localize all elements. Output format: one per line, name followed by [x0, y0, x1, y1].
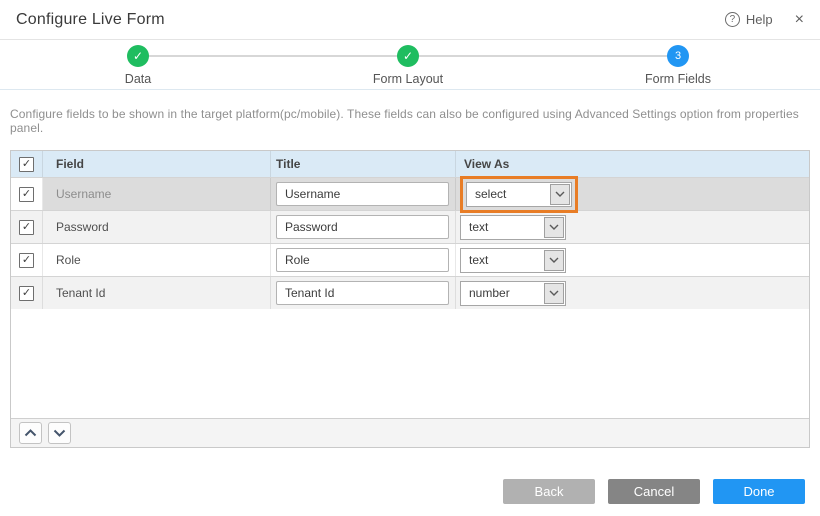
step-label: Form Layout: [338, 72, 478, 86]
step-label: Form Fields: [608, 72, 748, 86]
table-row: ✓ Tenant Id number: [11, 276, 809, 309]
select-all-checkbox[interactable]: ✓: [19, 157, 34, 172]
dialog-title: Configure Live Form: [16, 11, 165, 29]
field-name: Tenant Id: [56, 286, 105, 300]
step-complete-icon: ✓: [397, 45, 419, 67]
title-input[interactable]: [276, 215, 449, 239]
table-header-row: ✓ Field Title View As: [11, 151, 809, 177]
help-icon: ?: [725, 12, 740, 27]
action-bar: Back Cancel Done: [503, 479, 805, 504]
chevron-down-icon: [550, 184, 570, 205]
help-button[interactable]: ? Help: [725, 12, 773, 27]
close-icon[interactable]: ×: [795, 12, 804, 28]
move-up-button[interactable]: [19, 422, 42, 444]
title-input[interactable]: [276, 281, 449, 305]
step-label: Data: [68, 72, 208, 86]
view-as-select[interactable]: select: [466, 182, 572, 207]
view-as-value: text: [461, 220, 543, 234]
chevron-down-icon: [53, 429, 66, 437]
row-checkbox[interactable]: ✓: [19, 220, 34, 235]
view-as-select[interactable]: text: [460, 215, 566, 240]
cancel-button[interactable]: Cancel: [608, 479, 700, 504]
chevron-down-icon: [544, 217, 564, 238]
chevron-down-icon: [544, 250, 564, 271]
view-as-select[interactable]: text: [460, 248, 566, 273]
table-empty-area: [11, 309, 809, 418]
back-button[interactable]: Back: [503, 479, 595, 504]
row-checkbox[interactable]: ✓: [19, 187, 34, 202]
configure-live-form-dialog: Configure Live Form ? Help × ✓ Data ✓ Fo…: [0, 0, 820, 516]
step-form-fields[interactable]: 3 Form Fields: [608, 45, 748, 86]
help-label: Help: [746, 12, 773, 27]
step-form-layout[interactable]: ✓ Form Layout: [338, 45, 478, 86]
row-checkbox[interactable]: ✓: [19, 253, 34, 268]
title-input[interactable]: [276, 248, 449, 272]
column-header-view-as: View As: [456, 151, 809, 177]
chevron-up-icon: [24, 429, 37, 437]
highlight-box: select: [460, 176, 578, 213]
step-number-badge: 3: [667, 45, 689, 67]
title-bar: Configure Live Form ? Help ×: [0, 0, 820, 40]
view-as-select[interactable]: number: [460, 281, 566, 306]
view-as-value: number: [461, 286, 543, 300]
stepper: ✓ Data ✓ Form Layout 3 Form Fields: [0, 40, 820, 90]
field-name: Password: [56, 220, 109, 234]
column-header-field: Field: [43, 151, 271, 177]
field-name: Username: [56, 187, 111, 201]
chevron-down-icon: [544, 283, 564, 304]
column-header-title: Title: [271, 151, 456, 177]
title-input[interactable]: [276, 182, 449, 206]
table-row: ✓ Username select: [11, 177, 809, 210]
table-footer: [11, 418, 809, 447]
row-checkbox[interactable]: ✓: [19, 286, 34, 301]
table-row: ✓ Role text: [11, 243, 809, 276]
table-row: ✓ Password text: [11, 210, 809, 243]
field-name: Role: [56, 253, 81, 267]
description-text: Configure fields to be shown in the targ…: [10, 107, 810, 135]
view-as-value: text: [461, 253, 543, 267]
step-data[interactable]: ✓ Data: [68, 45, 208, 86]
step-complete-icon: ✓: [127, 45, 149, 67]
fields-table: ✓ Field Title View As ✓ Username select: [10, 150, 810, 448]
move-down-button[interactable]: [48, 422, 71, 444]
view-as-value: select: [467, 187, 549, 201]
done-button[interactable]: Done: [713, 479, 805, 504]
